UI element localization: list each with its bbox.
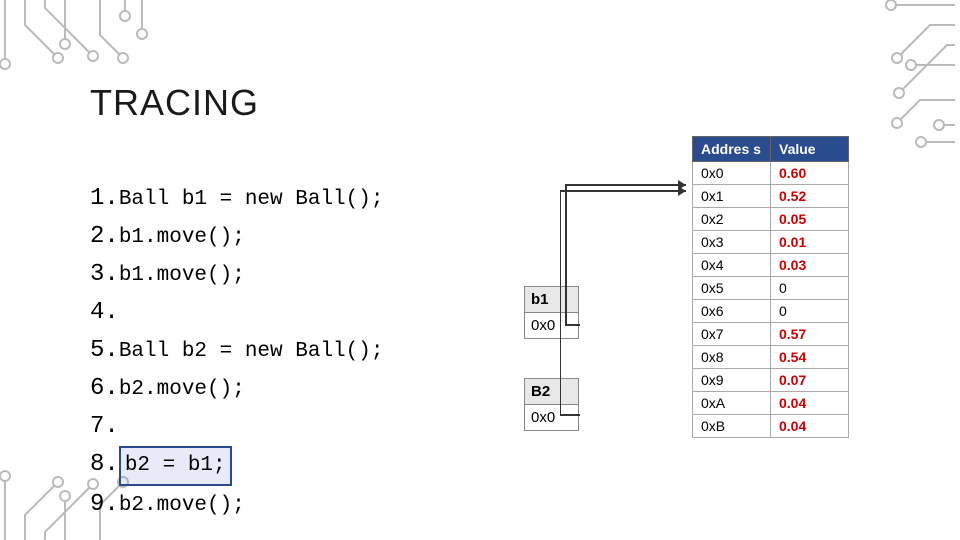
code-line: 5.Ball b2 = new Ball(); — [90, 332, 383, 370]
code-line: 9.b2.move(); — [90, 486, 383, 524]
line-text: Ball b2 = new Ball(); — [119, 340, 384, 363]
mem-val: 0.04 — [771, 415, 849, 438]
mem-row: 0x60 — [693, 300, 849, 323]
mem-addr: 0x5 — [693, 277, 771, 300]
mem-addr: 0x4 — [693, 254, 771, 277]
mem-addr: 0x7 — [693, 323, 771, 346]
mem-addr: 0x9 — [693, 369, 771, 392]
mem-val: 0.57 — [771, 323, 849, 346]
mem-row: 0x50 — [693, 277, 849, 300]
mem-row: 0x70.57 — [693, 323, 849, 346]
mem-row: 0xB0.04 — [693, 415, 849, 438]
mem-val: 0.07 — [771, 369, 849, 392]
pointer-arrows — [560, 170, 700, 430]
code-line: 8.b2 = b1; — [90, 446, 383, 486]
line-number: 3. — [90, 261, 119, 288]
line-number: 6. — [90, 375, 119, 402]
mem-row: 0x10.52 — [693, 185, 849, 208]
line-text: Ball b1 = new Ball(); — [119, 188, 384, 211]
line-number: 1. — [90, 185, 119, 212]
mem-header-val: Value — [771, 137, 849, 162]
mem-val: 0.03 — [771, 254, 849, 277]
line-number: 8. — [90, 451, 119, 478]
code-line: 6.b2.move(); — [90, 370, 383, 408]
mem-val: 0 — [771, 300, 849, 323]
mem-row: 0x90.07 — [693, 369, 849, 392]
line-number: 9. — [90, 491, 119, 518]
line-text: b1.move(); — [119, 226, 245, 249]
line-text: b1.move(); — [119, 264, 245, 287]
mem-row: 0x40.03 — [693, 254, 849, 277]
code-block: 1.Ball b1 = new Ball();2.b1.move();3.b1.… — [90, 180, 383, 524]
code-line: 7. — [90, 408, 383, 446]
mem-addr: 0x8 — [693, 346, 771, 369]
mem-addr: 0xA — [693, 392, 771, 415]
mem-addr: 0xB — [693, 415, 771, 438]
mem-row: 0x80.54 — [693, 346, 849, 369]
mem-val: 0.52 — [771, 185, 849, 208]
mem-row: 0xA0.04 — [693, 392, 849, 415]
code-line: 3.b1.move(); — [90, 256, 383, 294]
mem-val: 0.04 — [771, 392, 849, 415]
line-number: 5. — [90, 337, 119, 364]
line-text: b2.move(); — [119, 378, 245, 401]
mem-row: 0x20.05 — [693, 208, 849, 231]
slide-title: TRACING — [90, 82, 259, 124]
mem-row: 0x30.01 — [693, 231, 849, 254]
mem-addr: 0x2 — [693, 208, 771, 231]
mem-val: 0.05 — [771, 208, 849, 231]
mem-addr: 0x0 — [693, 162, 771, 185]
mem-addr: 0x3 — [693, 231, 771, 254]
mem-val: 0.60 — [771, 162, 849, 185]
memory-table: Addres s Value 0x00.600x10.520x20.050x30… — [692, 136, 849, 438]
code-line: 2.b1.move(); — [90, 218, 383, 256]
line-number: 4. — [90, 299, 119, 326]
line-number: 2. — [90, 223, 119, 250]
mem-addr: 0x6 — [693, 300, 771, 323]
mem-val: 0.01 — [771, 231, 849, 254]
mem-val: 0.54 — [771, 346, 849, 369]
line-text: b2 = b1; — [119, 446, 232, 486]
line-text: b2.move(); — [119, 494, 245, 517]
code-line: 1.Ball b1 = new Ball(); — [90, 180, 383, 218]
code-line: 4. — [90, 294, 383, 332]
mem-header-addr: Addres s — [693, 137, 771, 162]
mem-addr: 0x1 — [693, 185, 771, 208]
line-number: 7. — [90, 413, 119, 440]
mem-val: 0 — [771, 277, 849, 300]
mem-row: 0x00.60 — [693, 162, 849, 185]
